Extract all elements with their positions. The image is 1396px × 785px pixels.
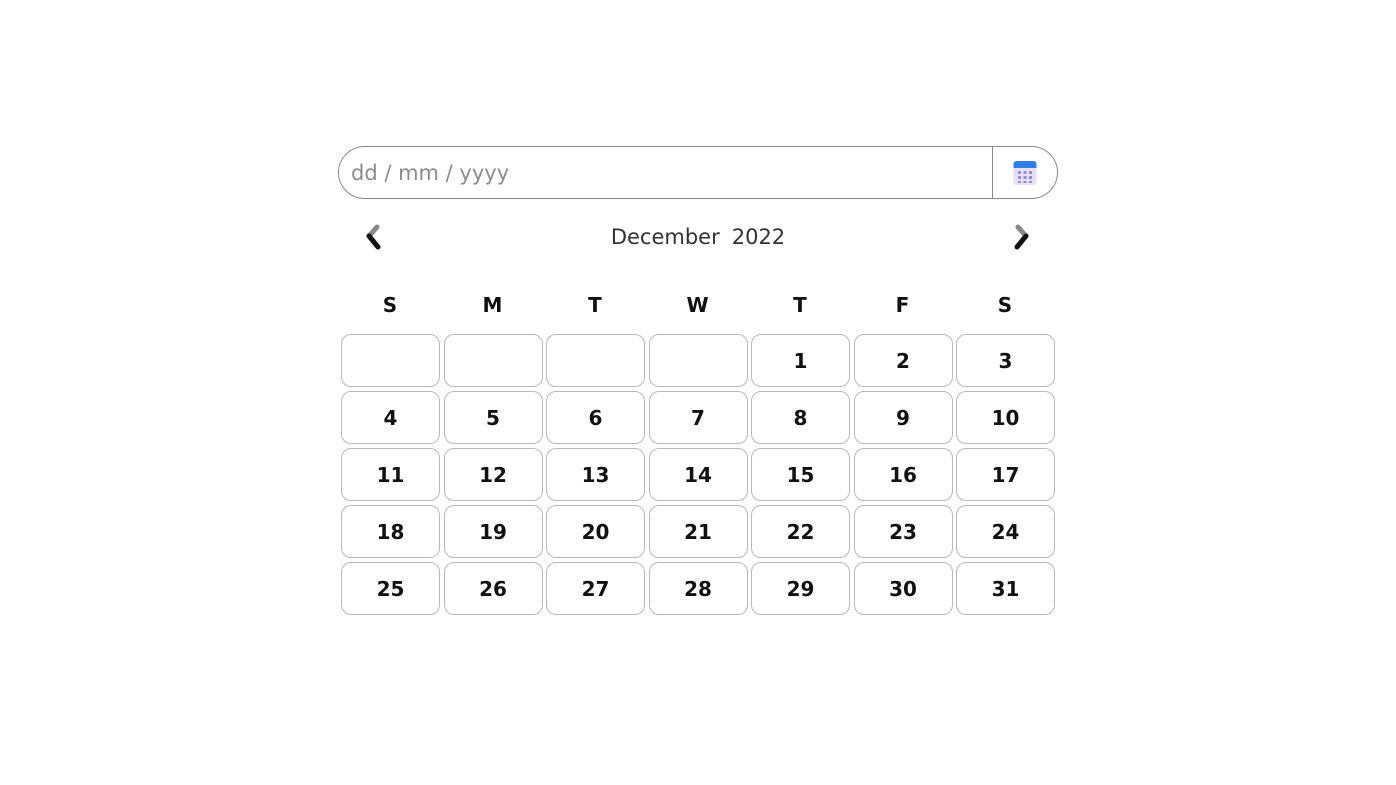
day-cell[interactable]: 10 (956, 391, 1055, 444)
day-cell[interactable]: 22 (751, 505, 850, 558)
day-cell[interactable]: 21 (648, 505, 748, 558)
date-input-container (338, 146, 1058, 199)
day-cell[interactable]: 18 (341, 505, 440, 558)
date-input[interactable] (339, 147, 992, 198)
day-cell[interactable]: 9 (853, 391, 953, 444)
day-cell[interactable]: 8 (751, 391, 850, 444)
day-cell[interactable]: 15 (751, 448, 850, 501)
weekday-sun: S (382, 293, 398, 317)
day-cell[interactable]: 13 (546, 448, 645, 501)
calendar-header: December 2022 (338, 199, 1058, 277)
day-cell[interactable]: 2 (853, 334, 953, 387)
chevron-left-icon (366, 224, 381, 250)
prev-month-button[interactable] (363, 223, 387, 253)
date-picker: December2022 S M T W T F S 1234567891011… (338, 146, 1058, 615)
year-label: 2022 (731, 225, 786, 249)
day-cell[interactable]: 19 (443, 505, 543, 558)
weekday-tue: T (588, 293, 602, 317)
day-cell[interactable]: 29 (751, 562, 850, 615)
weekday-fri: F (895, 293, 910, 317)
day-cell[interactable]: 20 (546, 505, 645, 558)
day-cell[interactable]: 14 (648, 448, 748, 501)
chevron-right-icon (1014, 224, 1029, 250)
day-grid: 1 2 3 4 5 6 7 8 9 10 11 12 13 14 15 16 17 18 19 20 21 22 23 24 2… (338, 334, 1058, 615)
month-year-label: December 2022 (611, 225, 785, 249)
calendar-icon (1013, 160, 1037, 185)
day-cell[interactable]: 31 (956, 562, 1055, 615)
day-cell[interactable]: 26 (443, 562, 543, 615)
weekday-wed: W (686, 293, 709, 317)
day-cell[interactable]: 11 (341, 448, 440, 501)
day-cell-empty (341, 334, 440, 387)
day-cell[interactable]: 4 (341, 391, 440, 444)
weekday-header-row: S M T W T F S (338, 277, 1058, 329)
day-cell-empty (443, 334, 543, 387)
weekday-thu: T (793, 293, 807, 317)
month-label: December (610, 225, 720, 249)
day-cell[interactable]: 23 (853, 505, 953, 558)
day-cell[interactable]: 3 (956, 334, 1055, 387)
day-cell[interactable]: 16 (853, 448, 953, 501)
weekday-mon: M (482, 293, 503, 317)
day-cell-empty (648, 334, 748, 387)
day-cell[interactable]: 7 (648, 391, 748, 444)
day-cell[interactable]: 12 (443, 448, 543, 501)
day-cell[interactable]: 27 (546, 562, 645, 615)
day-cell[interactable]: 30 (853, 562, 953, 615)
calendar-toggle-button[interactable] (992, 147, 1057, 198)
day-cell[interactable]: 17 (956, 448, 1055, 501)
day-cell[interactable]: 1 (751, 334, 850, 387)
day-cell[interactable]: 5 (443, 391, 543, 444)
day-cell[interactable]: 28 (648, 562, 748, 615)
day-cell[interactable]: 25 (341, 562, 440, 615)
weekday-sat: S (997, 293, 1013, 317)
day-cell[interactable]: 24 (956, 505, 1055, 558)
day-cell-empty (546, 334, 645, 387)
day-cell[interactable]: 6 (546, 391, 645, 444)
next-month-button[interactable] (1010, 223, 1034, 253)
